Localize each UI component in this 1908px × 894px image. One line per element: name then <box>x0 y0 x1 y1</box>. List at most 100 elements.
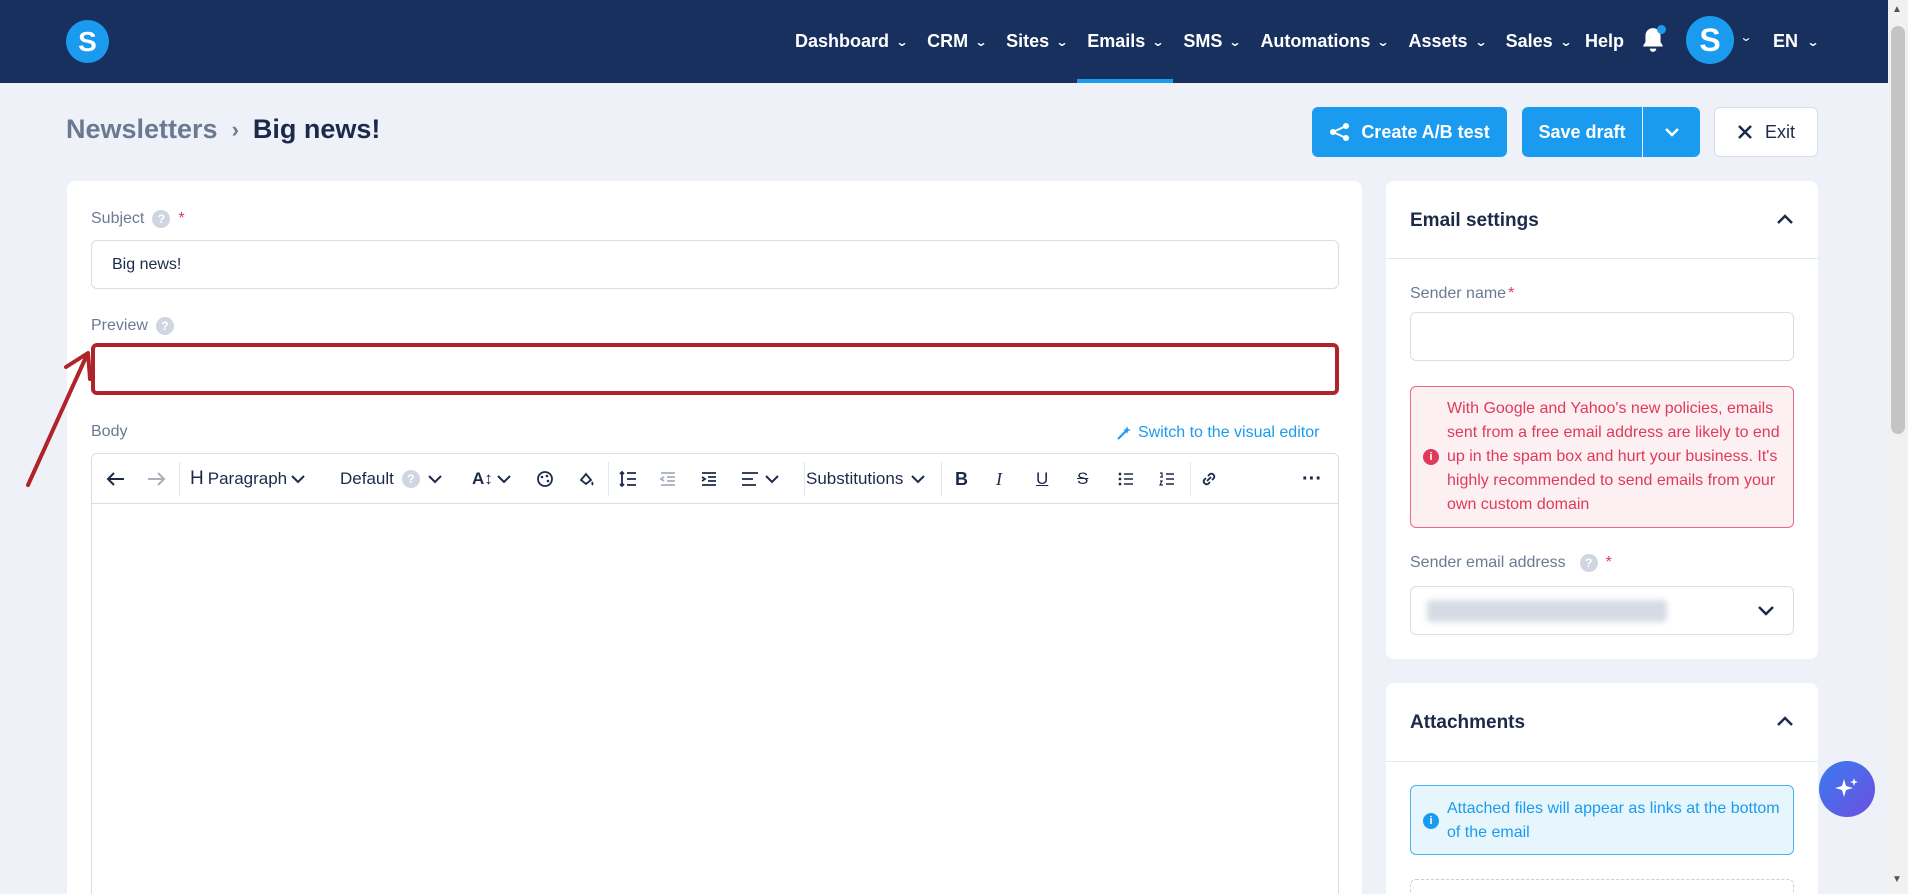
notification-dot <box>1657 25 1666 34</box>
split-icon <box>1330 123 1350 141</box>
nav-item-sales[interactable]: Sales ⌄ <box>1496 0 1581 83</box>
visual-editor-label: Switch to the visual editor <box>1138 424 1320 441</box>
chevron-down-icon <box>291 474 305 483</box>
nav-item-assets[interactable]: Assets ⌄ <box>1399 0 1496 83</box>
nav-label: Assets <box>1408 31 1468 51</box>
breadcrumb-parent-link[interactable]: Newsletters <box>66 114 218 145</box>
nav-item-dashboard[interactable]: Dashboard ⌄ <box>785 0 917 83</box>
subject-label-text: Subject <box>91 210 145 227</box>
font-dropdown[interactable]: Default ? <box>340 466 442 492</box>
save-draft-button[interactable]: Save draft <box>1522 107 1642 157</box>
font-size-dropdown[interactable]: A↕ <box>472 466 511 492</box>
toolbar-divider <box>941 462 942 496</box>
align-left-icon <box>742 472 758 486</box>
annotation-arrow <box>26 351 92 487</box>
chevron-down-icon: ⌄ <box>1055 34 1069 49</box>
paragraph-style-dropdown[interactable]: H Paragraph <box>190 466 305 492</box>
bold-icon[interactable]: B <box>955 466 968 492</box>
body-editor[interactable]: H Paragraph Default ? A↕ Substitutions B… <box>91 453 1339 894</box>
line-height-icon[interactable] <box>618 466 638 492</box>
paragraph-label: Paragraph <box>207 469 288 488</box>
save-options-dropdown[interactable] <box>1643 107 1700 157</box>
preview-input[interactable] <box>91 343 1339 395</box>
help-icon[interactable]: ? <box>401 470 420 488</box>
info-icon: i <box>1423 449 1439 465</box>
save-draft-label: Save draft <box>1538 121 1626 142</box>
chevron-down-icon: ⌄ <box>1806 34 1820 49</box>
nav-item-emails[interactable]: Emails ⌄ <box>1077 0 1174 83</box>
nav-label: Automations <box>1260 31 1371 51</box>
chevron-down-icon: ⌄ <box>1228 34 1242 49</box>
nav-item-sms[interactable]: SMS ⌄ <box>1173 0 1250 83</box>
nav-item-sites[interactable]: Sites ⌄ <box>996 0 1077 83</box>
close-icon <box>1738 125 1752 139</box>
body-label: Body <box>91 423 127 441</box>
underline-icon[interactable]: U <box>1036 466 1048 492</box>
align-dropdown[interactable] <box>741 466 779 492</box>
help-link[interactable]: Help <box>1585 0 1624 83</box>
redacted-email <box>1427 600 1667 622</box>
scroll-up-arrow-icon[interactable]: ▲ <box>1892 4 1902 15</box>
breadcrumb: Newsletters › Big news! <box>66 114 380 145</box>
text-color-icon[interactable] <box>536 466 554 492</box>
ab-test-label: Create A/B test <box>1361 121 1490 142</box>
preview-label-text: Preview <box>91 317 148 334</box>
language-selector[interactable]: EN ⌄ <box>1773 0 1820 83</box>
editor-toolbar: H Paragraph Default ? A↕ Substitutions B… <box>92 454 1338 504</box>
scroll-down-arrow-icon[interactable]: ▼ <box>1892 874 1902 885</box>
sparkle-icon <box>1835 778 1858 797</box>
toolbar-divider <box>804 462 805 496</box>
chevron-up-icon[interactable] <box>1776 213 1794 225</box>
link-icon[interactable] <box>1200 466 1218 492</box>
email-settings-title: Email settings <box>1410 210 1539 231</box>
attachments-title: Attachments <box>1410 712 1526 733</box>
sender-name-label-text: Sender name <box>1410 285 1507 302</box>
info-icon: i <box>1423 813 1439 829</box>
chevron-down-icon: ⌄ <box>1151 34 1165 49</box>
bullet-list-icon[interactable] <box>1118 466 1134 492</box>
attachments-info-text: Attached files will appear as links at t… <box>1447 800 1780 841</box>
required-marker: * <box>1605 554 1612 571</box>
highlight-color-icon[interactable] <box>577 466 595 492</box>
heading-icon: H <box>190 468 204 489</box>
sender-name-input[interactable] <box>1410 312 1794 361</box>
subject-label: Subject ? * <box>91 210 185 228</box>
more-options-icon[interactable]: ··· <box>1302 466 1322 492</box>
exit-button[interactable]: Exit <box>1714 107 1818 157</box>
scrollbar-thumb[interactable] <box>1891 26 1905 434</box>
chevron-down-icon <box>497 474 511 483</box>
chevron-down-icon[interactable] <box>1757 605 1775 617</box>
undo-icon[interactable] <box>106 466 126 492</box>
sender-name-label: Sender name * <box>1410 285 1514 303</box>
strikethrough-icon[interactable]: S <box>1077 466 1088 492</box>
toolbar-divider <box>608 462 609 496</box>
substitutions-dropdown[interactable]: Substitutions <box>806 466 926 492</box>
app-logo[interactable]: S <box>66 20 109 63</box>
redo-icon[interactable] <box>146 466 166 492</box>
switch-visual-editor-link[interactable]: Switch to the visual editor <box>1116 424 1319 442</box>
magic-wand-icon <box>1117 426 1131 440</box>
chevron-down-icon: ⌄ <box>1376 34 1391 49</box>
logo-letter: S <box>78 25 97 57</box>
nav-item-crm[interactable]: CRM ⌄ <box>917 0 996 83</box>
help-icon[interactable]: ? <box>1579 554 1598 572</box>
chevron-up-icon[interactable] <box>1776 715 1794 727</box>
avatar[interactable]: S <box>1686 16 1734 64</box>
ai-assistant-button[interactable] <box>1819 761 1875 817</box>
subject-input[interactable]: Big news! <box>91 240 1339 289</box>
chevron-down-icon <box>428 474 442 483</box>
help-icon[interactable]: ? <box>152 210 171 228</box>
create-ab-test-button[interactable]: Create A/B test <box>1312 107 1507 157</box>
chevron-down-icon <box>911 474 926 483</box>
chevron-down-icon: ⌄ <box>1559 34 1573 49</box>
toolbar-divider <box>179 462 180 496</box>
numbered-list-icon[interactable] <box>1159 466 1175 492</box>
chevron-down-icon[interactable]: ⌄ <box>1739 30 1752 44</box>
help-icon[interactable]: ? <box>155 317 174 335</box>
nav-label: SMS <box>1183 31 1223 51</box>
outdent-icon[interactable] <box>659 466 677 492</box>
nav-item-automations[interactable]: Automations ⌄ <box>1250 0 1398 83</box>
indent-icon[interactable] <box>700 466 718 492</box>
italic-icon[interactable]: I <box>996 466 1002 492</box>
attachment-dropzone[interactable] <box>1410 879 1794 894</box>
